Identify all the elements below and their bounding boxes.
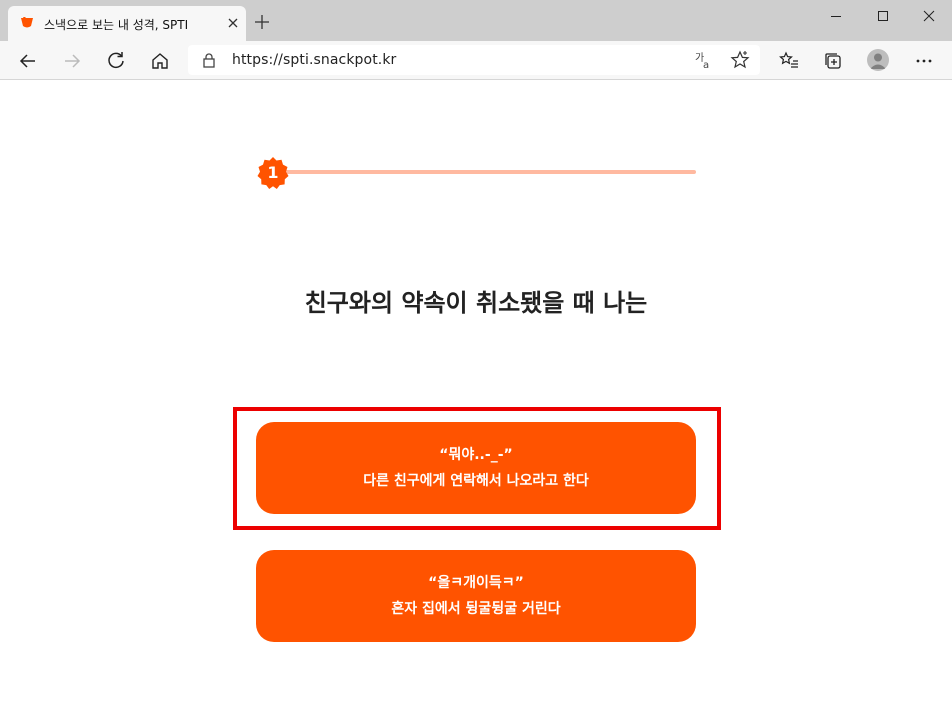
answer-2-quote: “올ㅋ개이득ㅋ” xyxy=(428,575,524,591)
new-tab-icon[interactable] xyxy=(254,14,270,30)
maximize-icon[interactable] xyxy=(875,8,891,24)
snack-favicon-icon xyxy=(21,17,33,28)
collections-icon[interactable] xyxy=(823,51,843,71)
answer-button-1[interactable]: “뭐야..-_-” 다른 친구에게 연락해서 나오라고 한다 xyxy=(256,422,696,514)
tab-title: 스낵으로 보는 내 성격, SPTI xyxy=(44,18,189,32)
browser-titlebar: 스낵으로 보는 내 성격, SPTI xyxy=(0,0,952,41)
progress-bar xyxy=(272,170,696,174)
refresh-icon[interactable] xyxy=(106,50,126,70)
forward-arrow-icon[interactable] xyxy=(62,51,82,71)
back-arrow-icon[interactable] xyxy=(18,51,38,71)
svg-text:a: a xyxy=(703,60,709,70)
address-bar[interactable]: https://spti.snackpot.kr 가 a xyxy=(188,45,760,75)
favorite-star-icon[interactable] xyxy=(730,50,750,70)
question-title: 친구와의 약속이 취소됐을 때 나는 xyxy=(304,289,648,317)
favorites-list-icon[interactable] xyxy=(779,51,799,71)
minimize-icon[interactable] xyxy=(828,8,844,24)
home-icon[interactable] xyxy=(150,51,170,71)
close-tab-icon[interactable] xyxy=(226,16,240,30)
answer-button-2[interactable]: “올ㅋ개이득ㅋ” 혼자 집에서 뒹굴뒹굴 거린다 xyxy=(256,550,696,642)
answer-1-text: 다른 친구에게 연락해서 나오라고 한다 xyxy=(363,473,589,489)
lock-icon xyxy=(203,53,215,68)
answer-1-quote: “뭐야..-_-” xyxy=(439,447,513,463)
translate-icon[interactable]: 가 a xyxy=(693,50,713,70)
url-text[interactable]: https://spti.snackpot.kr xyxy=(232,52,396,68)
browser-tab[interactable]: 스낵으로 보는 내 성격, SPTI xyxy=(8,6,246,41)
profile-avatar-icon[interactable] xyxy=(867,49,889,71)
browser-toolbar: https://spti.snackpot.kr 가 a xyxy=(0,41,952,80)
answer-2-text: 혼자 집에서 뒹굴뒹굴 거린다 xyxy=(391,601,561,617)
step-number: 1 xyxy=(267,163,279,182)
close-window-icon[interactable] xyxy=(921,8,937,24)
more-options-icon[interactable] xyxy=(914,51,934,71)
